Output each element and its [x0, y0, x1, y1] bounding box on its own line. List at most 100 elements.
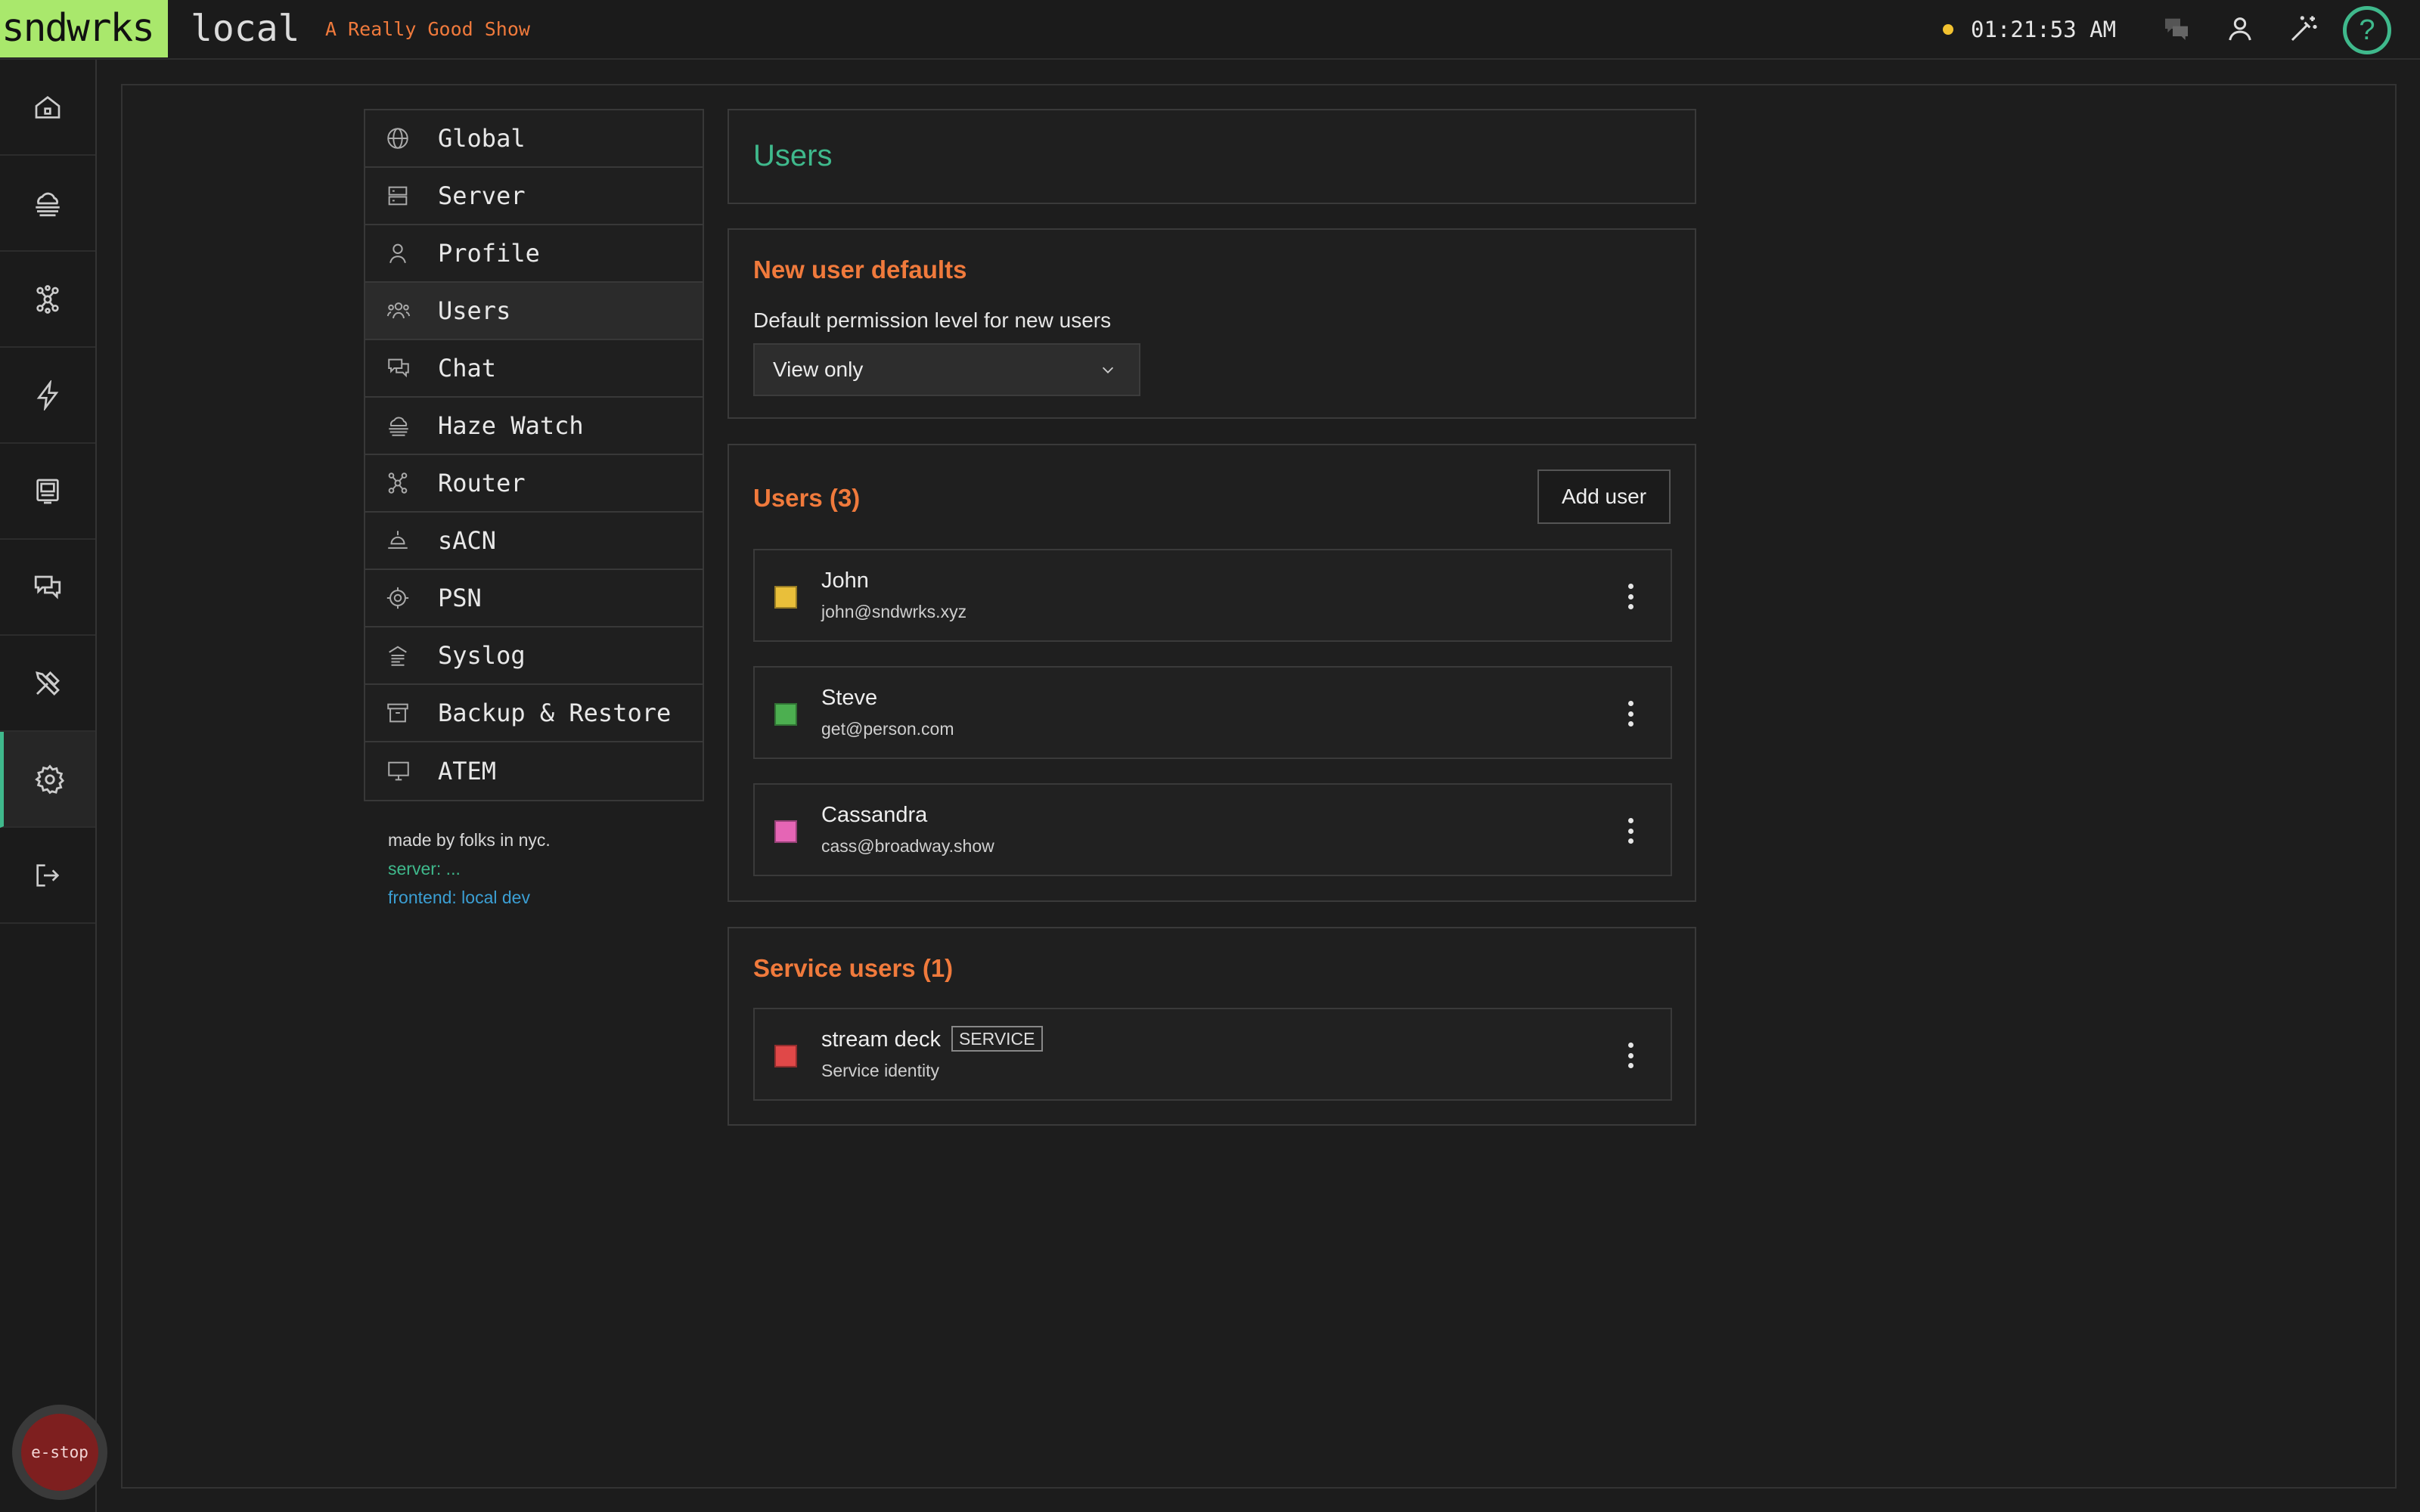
gear-icon — [34, 764, 64, 794]
nav-haze[interactable] — [0, 156, 95, 252]
permission-label: Default permission level for new users — [753, 308, 1112, 332]
show-name: A Really Good Show — [325, 18, 530, 40]
globe-icon — [387, 128, 408, 149]
new-user-defaults-panel: New user defaults Default permission lev… — [728, 228, 1696, 419]
logout-icon — [36, 863, 60, 887]
user-email: john@sndwrks.xyz — [821, 602, 967, 621]
user-color-swatch — [774, 703, 797, 726]
page-title: Users — [753, 139, 833, 172]
nav-lightning[interactable] — [0, 348, 95, 444]
section-title: Users (3) — [753, 484, 861, 512]
user-row[interactable]: John john@sndwrks.xyz — [753, 549, 1672, 642]
user-email: get@person.com — [821, 719, 954, 739]
made-by-text: made by folks in nyc. — [388, 830, 551, 850]
settings-item-label: PSN — [438, 584, 482, 612]
server-version: server: ... — [388, 859, 461, 878]
user-email: cass@broadway.show — [821, 836, 994, 856]
user-color-swatch — [774, 1045, 797, 1067]
settings-item-psn[interactable]: PSN — [365, 570, 703, 627]
display-icon — [36, 479, 59, 503]
environment-label: local — [191, 8, 300, 50]
user-icon — [389, 243, 406, 264]
server-icon — [388, 186, 408, 206]
more-options-icon[interactable] — [1627, 701, 1634, 727]
user-name: Cassandra — [821, 803, 928, 827]
estop-button[interactable]: e-stop — [12, 1405, 107, 1500]
nav-settings[interactable] — [0, 732, 95, 828]
haze-icon — [389, 417, 408, 436]
settings-item-label: Router — [438, 469, 526, 497]
brand-logo[interactable]: sndwrks — [0, 0, 168, 57]
settings-item-haze-watch[interactable]: Haze Watch — [365, 398, 703, 455]
top-bar: sndwrks local A Really Good Show 01:21:5… — [0, 0, 2420, 60]
settings-item-label: Syslog — [438, 641, 526, 670]
settings-menu: Global Server Profile Users Chat Haze Wa… — [364, 109, 704, 801]
settings-item-label: sACN — [438, 526, 497, 555]
more-options-icon[interactable] — [1627, 818, 1634, 844]
network-icon — [388, 472, 408, 494]
more-options-icon[interactable] — [1627, 584, 1634, 609]
service-user-row[interactable]: stream deck SERVICE Service identity — [753, 1008, 1672, 1101]
settings-item-profile[interactable]: Profile — [365, 225, 703, 283]
user-icon[interactable] — [2223, 12, 2257, 45]
section-title: Service users (1) — [753, 954, 954, 982]
magic-wand-icon[interactable] — [2287, 12, 2320, 45]
clock: 01:21:53 AM — [1971, 17, 2117, 42]
users-panel: Users (3) Add user John john@sndwrks.xyz… — [728, 444, 1696, 902]
nav-router[interactable] — [0, 252, 95, 348]
chat-icon — [388, 358, 409, 378]
user-name-line: stream deck SERVICE — [821, 1026, 1043, 1053]
footer-note: made by folks in nyc. server: ... fronte… — [388, 826, 551, 912]
settings-item-global[interactable]: Global — [365, 110, 703, 168]
user-row[interactable]: Steve get@person.com — [753, 666, 1672, 759]
chat-icon — [34, 575, 61, 600]
permission-select[interactable]: View only — [753, 343, 1140, 396]
estop-label: e-stop — [21, 1414, 98, 1491]
settings-item-syslog[interactable]: Syslog — [365, 627, 703, 685]
settings-item-backup-restore[interactable]: Backup & Restore — [365, 685, 703, 742]
permission-value: View only — [773, 358, 864, 381]
target-icon — [386, 587, 409, 609]
user-subtitle: Service identity — [821, 1061, 939, 1080]
settings-item-label: Backup & Restore — [438, 699, 672, 727]
syslog-icon — [389, 646, 407, 666]
monitor-icon — [388, 761, 409, 781]
add-user-button[interactable]: Add user — [1537, 469, 1671, 524]
user-name: Steve — [821, 686, 878, 710]
nav-tools[interactable] — [0, 636, 95, 732]
haze-icon — [36, 192, 60, 216]
settings-item-sacn[interactable]: sACN — [365, 513, 703, 570]
settings-item-server[interactable]: Server — [365, 168, 703, 225]
settings-item-chat[interactable]: Chat — [365, 340, 703, 398]
settings-item-label: Users — [438, 296, 511, 325]
user-color-swatch — [774, 586, 797, 609]
frontend-version: frontend: local dev — [388, 888, 530, 907]
user-name: stream deck — [821, 1027, 941, 1052]
user-name: John — [821, 569, 869, 593]
chat-icon[interactable] — [2160, 12, 2193, 45]
nav-home[interactable] — [0, 60, 95, 156]
nav-display[interactable] — [0, 444, 95, 540]
help-icon[interactable]: ? — [2343, 6, 2391, 54]
user-row[interactable]: Cassandra cass@broadway.show — [753, 783, 1672, 876]
settings-item-router[interactable]: Router — [365, 455, 703, 513]
page-title-panel: Users — [728, 109, 1696, 204]
section-title: New user defaults — [753, 256, 967, 284]
more-options-icon[interactable] — [1627, 1043, 1634, 1068]
settings-item-label: ATEM — [438, 757, 497, 785]
settings-item-label: Server — [438, 181, 526, 210]
lightning-icon — [36, 380, 59, 411]
settings-item-label: Chat — [438, 354, 497, 383]
archive-icon — [387, 703, 408, 723]
settings-item-atem[interactable]: ATEM — [365, 742, 703, 800]
left-nav — [0, 60, 97, 1512]
settings-item-users[interactable]: Users — [365, 283, 703, 340]
user-color-swatch — [774, 820, 797, 843]
settings-item-label: Global — [438, 124, 526, 153]
settings-item-label: Profile — [438, 239, 540, 268]
chevron-down-icon — [1102, 367, 1114, 373]
nav-logout[interactable] — [0, 828, 95, 924]
nav-chat[interactable] — [0, 540, 95, 636]
stage-light-icon — [388, 531, 408, 549]
home-icon — [35, 95, 60, 119]
